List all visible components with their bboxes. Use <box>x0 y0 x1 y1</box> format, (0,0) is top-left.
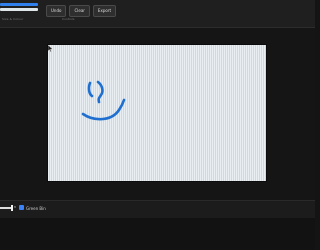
top-toolbar: Size & Colour Undo Clear Export Controls <box>0 0 315 28</box>
undo-button[interactable]: Undo <box>46 5 67 17</box>
green-bin-checkbox[interactable] <box>19 205 24 210</box>
footer-area <box>0 218 315 250</box>
slider-thumb[interactable] <box>11 205 13 211</box>
drawing-canvas[interactable] <box>48 45 266 181</box>
slider-value: 8 <box>14 205 16 209</box>
clear-button[interactable]: Clear <box>69 5 90 17</box>
export-button[interactable]: Export <box>92 5 117 17</box>
green-bin-label: Green Bin <box>26 206 46 211</box>
action-buttons: Undo Clear Export <box>46 5 117 17</box>
brush-swatches <box>0 3 38 12</box>
sketch-strokes <box>81 80 126 121</box>
size-colour-label: Size & Colour <box>2 17 24 21</box>
brush-color-swatch-light[interactable] <box>0 8 38 11</box>
options-bar: 8 Green Bin <box>0 200 315 219</box>
brush-color-swatch-blue[interactable] <box>0 3 38 6</box>
mouse-pointer-icon <box>48 45 53 53</box>
controls-label: Controls <box>62 17 75 21</box>
